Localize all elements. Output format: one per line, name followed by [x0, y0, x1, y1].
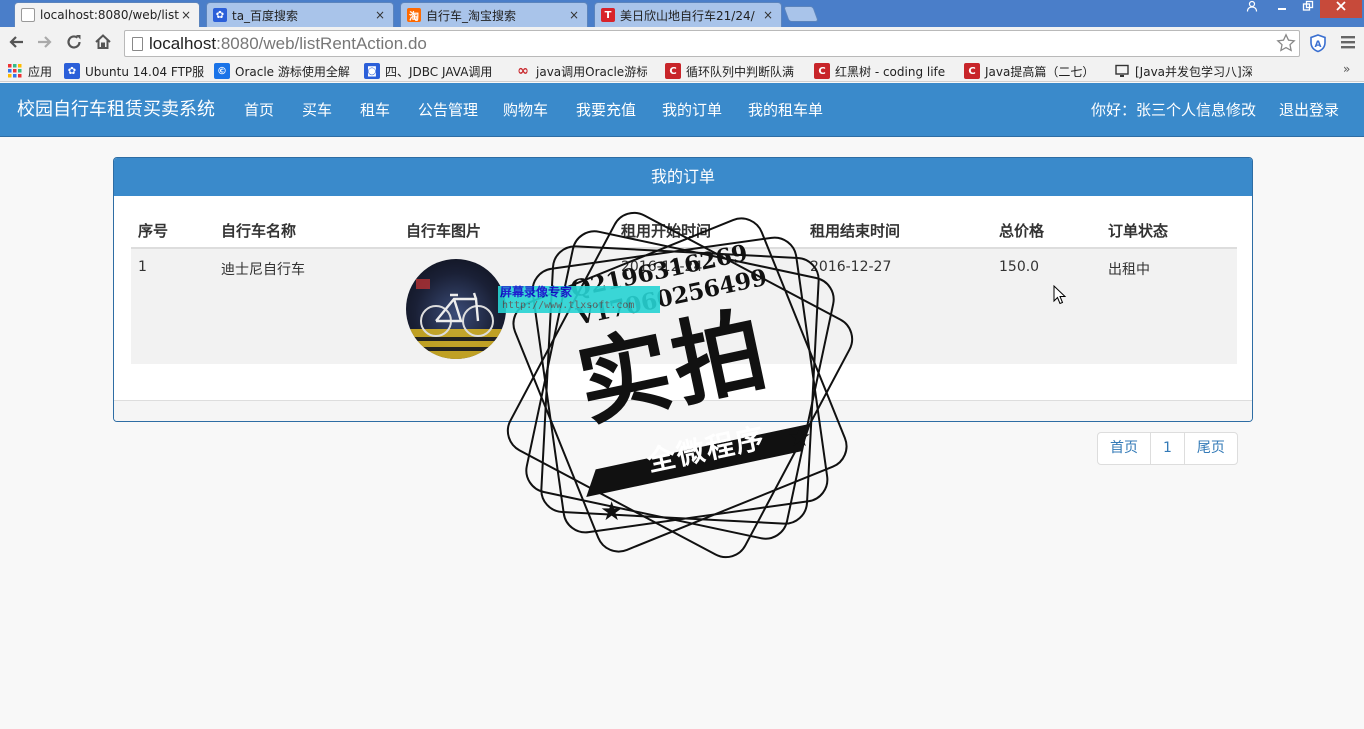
panel-title: 我的订单 — [114, 158, 1252, 196]
page-favicon-icon — [21, 8, 35, 22]
cell-bike-name: 迪士尼自行车 — [214, 248, 399, 364]
bookmark-label: 红黑树 - coding life — [835, 64, 946, 79]
home-icon[interactable] — [92, 33, 114, 55]
pagination-page-1[interactable]: 1 — [1151, 433, 1185, 464]
site-navbar: 校园自行车租赁买卖系统 首页 买车 租车 公告管理 购物车 我要充值 我的订单 … — [0, 83, 1364, 137]
pagination-last[interactable]: 尾页 — [1185, 433, 1237, 464]
logout-link[interactable]: 退出登录 — [1279, 83, 1339, 137]
cell-order-status: 出租中 — [1101, 248, 1237, 364]
tab-tmall-bike[interactable]: T 美日欣山地自行车21/24/ × — [594, 2, 782, 27]
tmall-icon: T — [601, 8, 615, 22]
monitor-icon — [1114, 63, 1130, 79]
bookmark-jdbc[interactable]: ◙ 四、JDBC JAVA调用 — [364, 62, 500, 80]
baidu-paw-icon: ✿ — [64, 63, 80, 79]
baidu-paw-icon: ✿ — [213, 8, 227, 22]
url-path: :8080/web/listRentAction.do — [216, 34, 427, 53]
cnblogs-icon: © — [214, 63, 230, 79]
bookmark-red-black-tree[interactable]: C 红黑树 - coding life — [814, 62, 952, 80]
user-greeting: 你好：张三 — [1091, 83, 1166, 137]
csdn-icon: C — [814, 63, 830, 79]
bookmarks-overflow-icon[interactable]: » — [1343, 62, 1350, 76]
tab-list-rent[interactable]: localhost:8080/web/list × — [14, 2, 200, 27]
bookmark-label: [Java并发包学习八]深 — [1135, 64, 1252, 79]
tab-close-icon[interactable]: × — [373, 8, 387, 22]
back-arrow-icon[interactable] — [5, 33, 27, 55]
minimize-window-icon[interactable] — [1268, 0, 1296, 18]
csdn-icon: C — [665, 63, 681, 79]
bookmark-label: 循环队列中判断队满 — [686, 64, 795, 79]
tab-title: 自行车_淘宝搜索 — [426, 8, 517, 23]
bookmark-circular-queue[interactable]: C 循环队列中判断队满 — [665, 62, 801, 80]
pagination-first[interactable]: 首页 — [1098, 433, 1151, 464]
bookmark-label: 四、JDBC JAVA调用 — [385, 64, 493, 79]
bookmark-ubuntu-ftp[interactable]: ✿ Ubuntu 14.04 FTP服 — [64, 62, 206, 80]
tab-title: 美日欣山地自行车21/24/ — [620, 8, 755, 23]
extension-shield-icon[interactable]: A — [1308, 33, 1328, 57]
bookmark-label: 应用 — [28, 64, 53, 79]
svg-text:★: ★ — [600, 497, 623, 527]
svg-text:★: ★ — [788, 423, 811, 453]
column-header-bike-name: 自行车名称 — [214, 213, 399, 249]
nav-buy-bike[interactable]: 买车 — [302, 83, 332, 137]
bookmark-java-concurrent[interactable]: [Java并发包学习八]深 — [1114, 62, 1252, 80]
user-profile-icon[interactable] — [1238, 0, 1266, 18]
tab-taobao-search[interactable]: 淘 自行车_淘宝搜索 × — [400, 2, 588, 27]
bookmark-star-icon[interactable] — [1276, 33, 1296, 57]
bookmark-label: Java提高篇（二七） — [985, 64, 1095, 79]
bookmark-java-oracle[interactable]: ∞ java调用Oracle游标 — [515, 62, 647, 80]
csdn-icon: C — [964, 63, 980, 79]
close-window-icon[interactable] — [1320, 0, 1362, 18]
menu-hamburger-icon[interactable] — [1340, 34, 1356, 54]
tab-title: ta_百度搜索 — [232, 8, 299, 23]
bookmark-java-advanced[interactable]: C Java提高篇（二七） — [964, 62, 1102, 80]
nav-cart[interactable]: 购物车 — [503, 83, 548, 137]
blog-icon: ◙ — [364, 63, 380, 79]
forward-arrow-icon[interactable] — [34, 33, 56, 55]
tab-close-icon[interactable]: × — [761, 8, 775, 22]
weibo-icon: ∞ — [517, 63, 529, 79]
bookmark-label: Oracle 游标使用全解 — [235, 64, 350, 79]
nav-recharge[interactable]: 我要充值 — [576, 83, 636, 137]
column-header-order-status: 订单状态 — [1101, 213, 1237, 249]
apps-grid-icon — [7, 63, 23, 79]
pagination: 首页 1 尾页 — [1097, 432, 1238, 465]
nav-rent-bike[interactable]: 租车 — [360, 83, 390, 137]
svg-text:A: A — [1315, 40, 1322, 50]
tab-baidu-search[interactable]: ✿ ta_百度搜索 × — [206, 2, 394, 27]
recorder-url: http://www.tlxsoft.com — [502, 300, 635, 311]
screen-recorder-watermark: 屏幕录像专家 http://www.tlxsoft.com — [498, 286, 660, 313]
greeting-text: 你好：张三 — [1091, 101, 1167, 119]
bike-photo — [406, 259, 506, 359]
page-icon — [132, 37, 143, 51]
bookmark-label: java调用Oracle游标 — [536, 64, 647, 79]
address-bar[interactable]: localhost:8080/web/listRentAction.do — [124, 30, 1300, 57]
cell-index: 1 — [131, 248, 214, 364]
url-host: localhost — [149, 34, 217, 53]
bookmark-apps[interactable]: 应用 — [7, 62, 57, 80]
taobao-icon: 淘 — [407, 8, 421, 23]
bookmarks-bar: 应用 ✿ Ubuntu 14.04 FTP服 © Oracle 游标使用全解 ◙… — [0, 60, 1364, 82]
mouse-cursor-icon — [1053, 285, 1067, 305]
new-tab-button[interactable] — [783, 6, 819, 22]
tab-close-icon[interactable]: × — [567, 8, 581, 22]
restore-window-icon[interactable] — [1294, 0, 1322, 18]
recorder-title: 屏幕录像专家 — [500, 285, 573, 299]
tab-title: localhost:8080/web/list — [40, 8, 179, 22]
bookmark-label: Ubuntu 14.04 FTP服 — [85, 64, 205, 79]
profile-edit-link[interactable]: 个人信息修改 — [1166, 83, 1256, 137]
reload-icon[interactable] — [63, 33, 85, 55]
nav-home[interactable]: 首页 — [244, 83, 274, 137]
column-header-index: 序号 — [131, 213, 214, 249]
nav-announcements[interactable]: 公告管理 — [418, 83, 478, 137]
bookmark-oracle-cursor[interactable]: © Oracle 游标使用全解 — [214, 62, 354, 80]
cell-total-price: 150.0 — [992, 248, 1101, 364]
nav-my-rentals[interactable]: 我的租车单 — [748, 83, 823, 137]
tab-close-icon[interactable]: × — [179, 8, 193, 22]
site-brand[interactable]: 校园自行车租赁买卖系统 — [17, 83, 215, 137]
browser-tab-strip: localhost:8080/web/list × ✿ ta_百度搜索 × 淘 … — [0, 0, 1364, 27]
column-header-total-price: 总价格 — [992, 213, 1101, 249]
nav-my-orders[interactable]: 我的订单 — [662, 83, 722, 137]
